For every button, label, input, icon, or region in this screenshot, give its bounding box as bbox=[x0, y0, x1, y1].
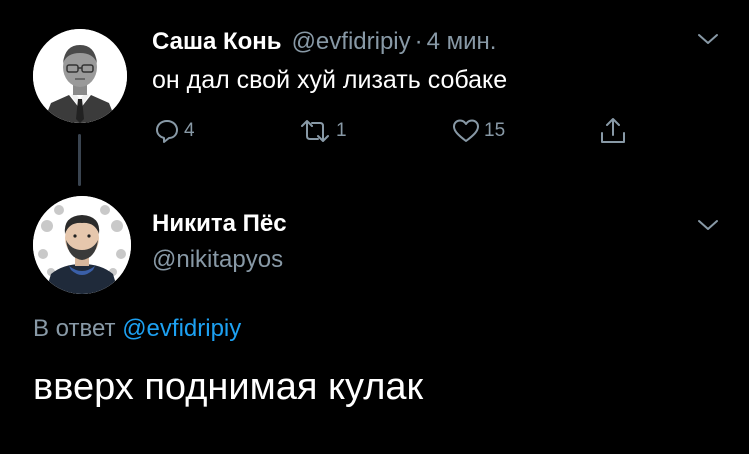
parent-author-avatar[interactable] bbox=[33, 29, 127, 123]
heart-icon bbox=[453, 119, 479, 142]
parent-timestamp[interactable]: 4 мин. bbox=[427, 28, 497, 56]
reply-tweet-menu-chevron-icon[interactable] bbox=[697, 218, 719, 237]
person-avatar-icon bbox=[33, 29, 127, 123]
parent-tweet-menu-chevron-icon[interactable] bbox=[697, 32, 719, 51]
in-reply-to-line: В ответ @evfidripiy bbox=[33, 315, 241, 343]
parent-author-name[interactable]: Саша Конь bbox=[152, 28, 282, 56]
retweet-action[interactable]: 1 bbox=[298, 118, 347, 144]
like-action[interactable]: 15 bbox=[452, 118, 505, 144]
parent-meta-separator: · bbox=[414, 28, 423, 55]
parent-tweet-text: он дал свой хуй лизать собаке bbox=[152, 66, 508, 94]
thread-connector-line bbox=[78, 134, 81, 186]
reply-author-name[interactable]: Никита Пёс bbox=[152, 210, 287, 238]
in-reply-mention-link[interactable]: @evfidripiy bbox=[122, 315, 241, 342]
parent-author-handle[interactable]: @evfidripiy bbox=[292, 28, 411, 56]
retweet-icon bbox=[301, 120, 329, 142]
person-avatar-icon bbox=[33, 196, 131, 294]
like-count: 15 bbox=[484, 120, 506, 141]
share-icon bbox=[601, 118, 625, 143]
in-reply-prefix: В ответ bbox=[33, 315, 116, 342]
parent-tweet-header: Саша Конь @evfidripiy · 4 мин. bbox=[152, 28, 496, 56]
reply-author-avatar[interactable] bbox=[33, 196, 131, 294]
share-action[interactable] bbox=[598, 116, 628, 146]
reply-action[interactable]: 4 bbox=[154, 118, 195, 144]
retweet-count: 1 bbox=[336, 120, 347, 141]
reply-bubble-icon bbox=[156, 120, 178, 143]
reply-tweet-text: вверх поднимая кулак bbox=[33, 366, 424, 408]
reply-author-handle[interactable]: @nikitapyos bbox=[152, 246, 283, 274]
reply-count: 4 bbox=[184, 120, 195, 141]
